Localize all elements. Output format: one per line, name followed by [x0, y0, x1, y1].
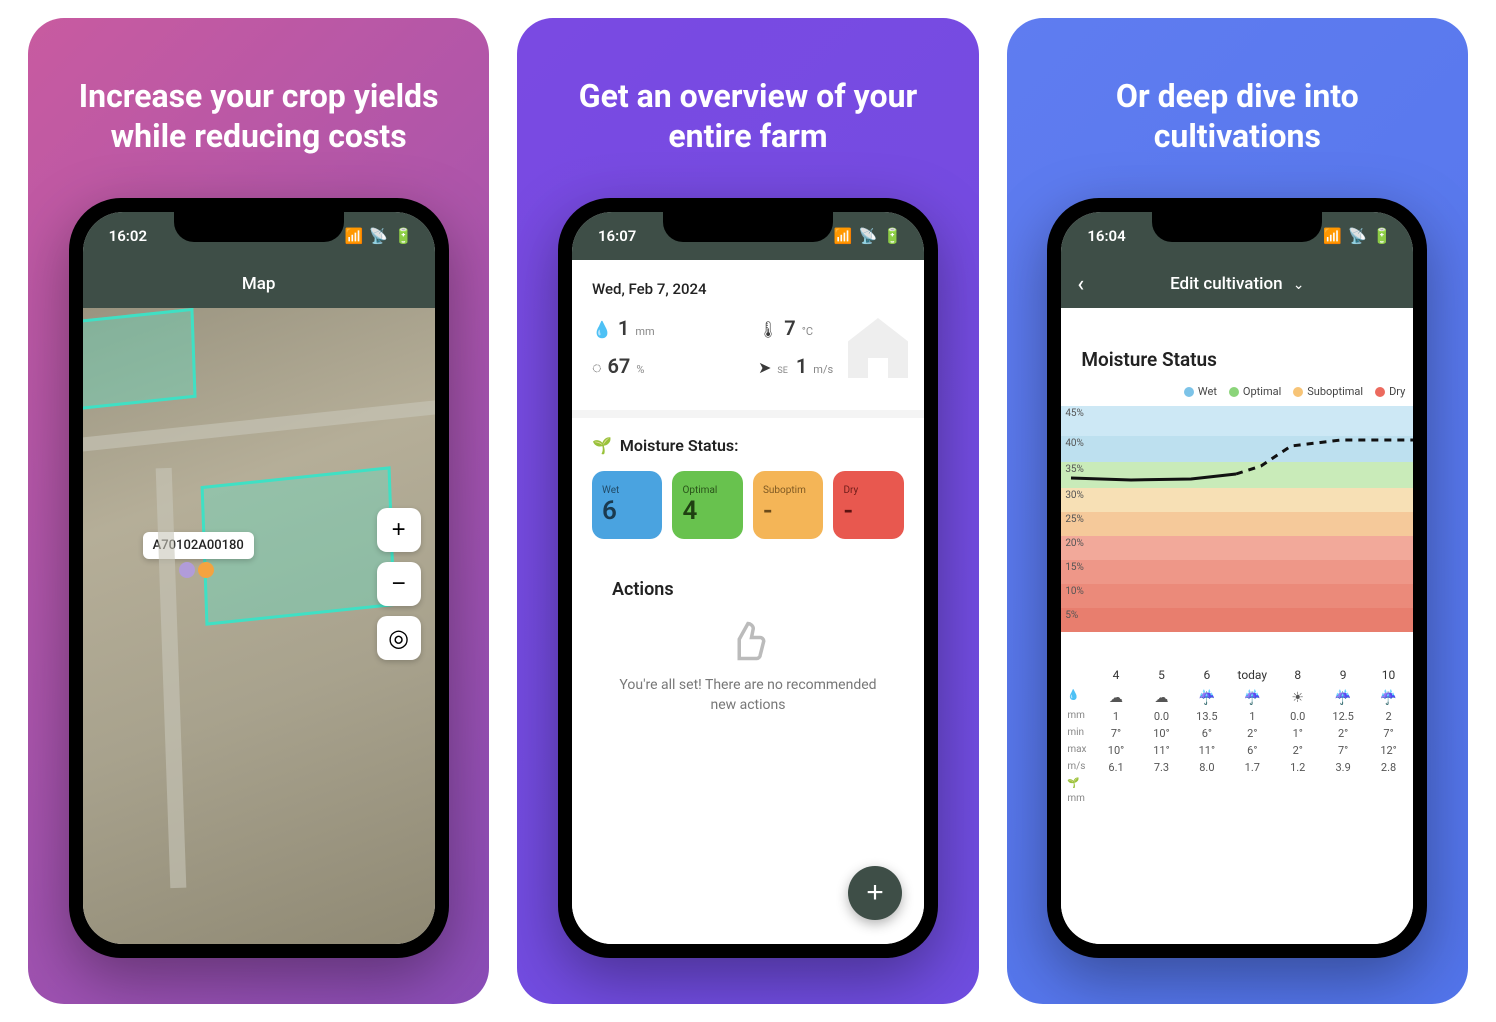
- signal-icon: 📶: [1323, 227, 1342, 245]
- moisture-heading: Moisture Status:: [620, 436, 739, 455]
- battery-icon: 🔋: [1373, 227, 1392, 245]
- phone-frame-2: 16:07 📶 📡 🔋 Wed, Feb 7, 2024 💧 1 mm: [558, 198, 938, 958]
- promo-title-2: Get an overview of your entire farm: [517, 18, 978, 198]
- weather-precip: 💧 1 mm: [592, 316, 738, 340]
- phone-notch: [1152, 212, 1322, 242]
- phone-notch: [174, 212, 344, 242]
- moisture-tile-wet[interactable]: Wet 6: [592, 471, 663, 539]
- battery-icon: 🔋: [883, 227, 902, 245]
- wifi-icon: 📡: [1348, 227, 1367, 245]
- status-time: 16:07: [598, 227, 636, 245]
- map-view[interactable]: A70102A00180 + − ◎: [83, 308, 435, 944]
- barn-icon: [838, 308, 918, 408]
- status-icons: 📶 📡 🔋: [345, 227, 413, 245]
- thumbs-up-icon: [727, 620, 769, 662]
- actions-heading: Actions: [612, 579, 884, 600]
- sprout-icon: 🌱: [1063, 776, 1093, 791]
- forecast-row-wind: m/s 6.1 7.3 8.0 1.7 1.2 3.9 2.8: [1063, 759, 1411, 776]
- promo-title-3: Or deep dive into cultivations: [1007, 18, 1468, 198]
- status-icons: 📶 📡 🔋: [834, 227, 902, 245]
- wifi-icon: 📡: [859, 227, 878, 245]
- moisture-tile-optimal[interactable]: Optimal 4: [672, 471, 743, 539]
- water-drop-icon: 💧: [1063, 688, 1093, 708]
- edit-cultivation-dropdown[interactable]: Edit cultivation ⌄: [1170, 274, 1304, 294]
- moisture-line: [1061, 406, 1413, 656]
- wifi-icon: 📡: [369, 227, 388, 245]
- moisture-tile-suboptimal[interactable]: Suboptim -: [753, 471, 824, 539]
- weather-summary: 💧 1 mm 🌡 7 °C ◌ 67 % ➤: [572, 316, 924, 402]
- screen-title: Map: [242, 274, 276, 294]
- zoom-out-button[interactable]: −: [377, 562, 421, 606]
- moisture-tile-dry[interactable]: Dry -: [833, 471, 904, 539]
- cultivation-body: Moisture Status Wet Optimal Suboptimal D…: [1061, 308, 1413, 944]
- promo-card-1: Increase your crop yields while reducing…: [28, 18, 489, 1004]
- forecast-row-extra-label: mm: [1063, 791, 1411, 806]
- battery-icon: 🔋: [394, 227, 413, 245]
- promo-title-1: Increase your crop yields while reducing…: [28, 18, 489, 198]
- app-header-cultivation: ‹ Edit cultivation ⌄: [1061, 260, 1413, 308]
- chevron-down-icon: ⌄: [1293, 277, 1305, 293]
- thermometer-icon: 🌡: [758, 320, 778, 339]
- app-header-map: Map: [83, 260, 435, 308]
- locate-button[interactable]: ◎: [377, 616, 421, 660]
- signal-icon: 📶: [834, 227, 853, 245]
- moisture-section: 🌱 Moisture Status: Wet 6 Optimal 4 Subopt…: [572, 410, 924, 735]
- forecast-row-mm: mm 1 0.0 13.5 1 0.0 12.5 2: [1063, 708, 1411, 725]
- forecast-days: 4 5 6 today 8 9 10: [1063, 662, 1411, 688]
- back-button[interactable]: ‹: [1077, 272, 1084, 297]
- forecast-row-extra: 🌱: [1063, 776, 1411, 791]
- status-time: 16:02: [109, 227, 147, 245]
- map-controls: + − ◎: [377, 508, 421, 660]
- sensor-pins[interactable]: [179, 562, 214, 578]
- moisture-tiles: Wet 6 Optimal 4 Suboptim - Dry: [592, 471, 904, 539]
- humidity-icon: ◌: [592, 358, 602, 378]
- phone-frame-3: 16:04 📶 📡 🔋 ‹ Edit cultivation ⌄ Moistur…: [1047, 198, 1427, 958]
- moisture-chart[interactable]: 45% 40% 35% 30% 25% 20% 15% 10% 5%: [1061, 406, 1413, 656]
- droplet-icon: 💧: [592, 320, 612, 339]
- status-time: 16:04: [1087, 227, 1125, 245]
- actions-section: Actions You're all set! There are no rec…: [592, 547, 904, 735]
- weather-humidity: ◌ 67 %: [592, 354, 738, 378]
- status-icons: 📶 📡 🔋: [1323, 227, 1391, 245]
- phone-notch: [663, 212, 833, 242]
- forecast-row-max: max 10° 11° 11° 6° 2° 7° 12°: [1063, 742, 1411, 759]
- forecast-table: 4 5 6 today 8 9 10 💧 ☁ ☁ ☔ ☔ ☀: [1061, 656, 1413, 812]
- signal-icon: 📶: [345, 227, 364, 245]
- phone-frame-1: 16:02 📶 📡 🔋 Map A70102A00180 + − ◎: [69, 198, 449, 958]
- field-id-label[interactable]: A70102A00180: [143, 532, 254, 559]
- forecast-icons: 💧 ☁ ☁ ☔ ☔ ☀ ☔ ☔: [1063, 688, 1411, 708]
- forecast-row-min: min 7° 10° 6° 2° 1° 2° 7°: [1063, 725, 1411, 742]
- chart-legend: Wet Optimal Suboptimal Dry: [1061, 385, 1413, 406]
- add-action-fab[interactable]: +: [848, 866, 902, 920]
- sprout-icon: 🌱: [592, 436, 612, 455]
- wind-icon: ➤: [758, 358, 771, 377]
- promo-card-2: Get an overview of your entire farm 16:0…: [517, 18, 978, 1004]
- field-polygon[interactable]: [83, 308, 197, 410]
- promo-card-3: Or deep dive into cultivations 16:04 📶 📡…: [1007, 18, 1468, 1004]
- actions-empty-msg: You're all set! There are no recommended…: [612, 676, 884, 715]
- moisture-chart-title: Moisture Status: [1061, 308, 1413, 385]
- overview-body: Wed, Feb 7, 2024 💧 1 mm 🌡 7 °C: [572, 260, 924, 944]
- zoom-in-button[interactable]: +: [377, 508, 421, 552]
